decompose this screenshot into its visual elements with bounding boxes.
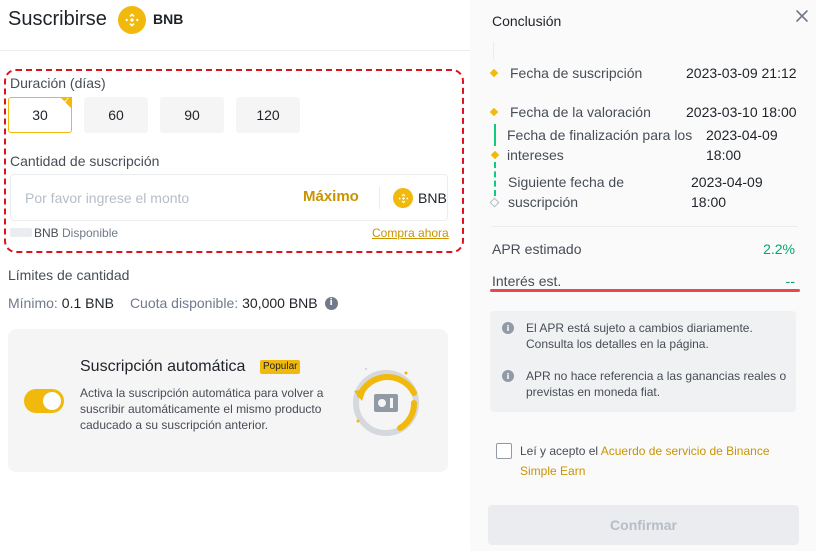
highlight-underline xyxy=(490,289,800,292)
bnb-coin-icon xyxy=(393,188,413,208)
quota-value: 30,000 BNB xyxy=(242,295,318,311)
header-divider xyxy=(0,50,470,51)
timeline-pending-line xyxy=(494,162,496,196)
summary-panel: Conclusión Fecha de suscripción 2023-03-… xyxy=(470,0,816,551)
duration-label: Duración (días) xyxy=(10,75,106,91)
bnb-coin-icon xyxy=(118,6,146,34)
auto-subscribe-toggle[interactable] xyxy=(24,389,64,413)
apr-label: APR estimado xyxy=(492,241,582,257)
amount-input[interactable] xyxy=(25,187,285,209)
duration-option-120[interactable]: 120 xyxy=(236,97,300,133)
summary-title: Conclusión xyxy=(492,13,562,29)
agree-text: Leí y acepto el Acuerdo de servicio de B… xyxy=(520,441,796,481)
agree-prefix: Leí y acepto el xyxy=(520,444,601,458)
page-title: Suscribirse xyxy=(8,8,107,30)
close-icon[interactable] xyxy=(794,8,810,24)
summary-divider xyxy=(492,226,798,227)
note-item: i El APR está sujeto a cambios diariamen… xyxy=(502,320,792,352)
toggle-knob xyxy=(43,392,61,410)
auto-subscribe-title: Suscripción automática xyxy=(80,358,246,375)
auto-renew-illustration-icon xyxy=(353,367,419,436)
duration-option-30[interactable]: 30 ✓ xyxy=(8,96,72,133)
timeline-label: Fecha de finalización para los intereses xyxy=(507,127,693,163)
duration-option-60[interactable]: 60 xyxy=(84,97,148,133)
check-icon: ✓ xyxy=(63,96,70,105)
timeline-label: Siguiente fecha de suscripción xyxy=(508,174,624,210)
available-label: Disponible xyxy=(62,226,119,240)
limits-title: Límites de cantidad xyxy=(8,267,130,283)
auto-subscribe-description: Activa la suscripción automática para vo… xyxy=(80,386,324,432)
available-balance-masked xyxy=(10,228,32,237)
timeline-value: 2023-04-09 18:00 xyxy=(706,127,778,163)
duration-option-90[interactable]: 90 xyxy=(160,97,224,133)
duration-option-label: 120 xyxy=(256,107,280,123)
timeline-label: Fecha de suscripción xyxy=(510,65,643,81)
info-icon: i xyxy=(502,370,514,382)
amount-field: Máximo BNB xyxy=(10,174,448,221)
amount-coin: BNB xyxy=(418,190,447,206)
min-value: 0.1 BNB xyxy=(61,295,114,311)
available-coin: BNB xyxy=(34,226,59,240)
coin-name: BNB xyxy=(153,11,184,27)
timeline-value: 2023-03-09 21:12 xyxy=(686,65,797,81)
buy-now-link[interactable]: Compra ahora xyxy=(372,226,449,240)
timeline-value: 2023-03-10 18:00 xyxy=(686,104,797,120)
quota-label: Cuota disponible: xyxy=(129,295,239,311)
timeline-marker xyxy=(489,68,499,78)
subscribe-panel: Suscribirse BNB Duración (días) 30 ✓ 60 … xyxy=(0,0,470,551)
max-button[interactable]: Máximo xyxy=(303,188,359,205)
timeline-line xyxy=(493,42,494,60)
info-icon[interactable]: i xyxy=(324,296,338,310)
apr-value: 2.2% xyxy=(763,241,795,257)
interest-value: -- xyxy=(785,273,795,289)
note-item: i APR no hace referencia a las ganancias… xyxy=(502,368,792,400)
duration-option-label: 60 xyxy=(108,107,124,123)
min-label: Mínimo: xyxy=(8,295,58,311)
info-icon: i xyxy=(502,322,514,334)
confirm-button[interactable]: Confirmar xyxy=(488,505,799,545)
duration-option-label: 30 xyxy=(32,107,48,123)
timeline-marker xyxy=(489,107,499,117)
duration-option-label: 90 xyxy=(184,107,200,123)
popular-badge: Popular xyxy=(260,360,301,374)
field-divider xyxy=(379,187,380,209)
limits-row: Mínimo: 0.1 BNB Cuota disponible: 30,000… xyxy=(8,295,338,311)
timeline-marker xyxy=(489,197,500,208)
auto-subscribe-card: Suscripción automática Popular Activa la… xyxy=(8,329,448,472)
agree-checkbox[interactable] xyxy=(496,443,512,459)
amount-label: Cantidad de suscripción xyxy=(10,153,160,169)
interest-label: Interés est. xyxy=(492,273,562,289)
notes-box: i El APR está sujeto a cambios diariamen… xyxy=(490,311,796,412)
timeline-label: Fecha de la valoración xyxy=(510,104,651,120)
timeline-value: 2023-04-09 18:00 xyxy=(691,174,763,210)
timeline-progress-line xyxy=(494,124,496,146)
timeline-marker xyxy=(490,150,500,160)
note-text: APR no hace referencia a las ganancias r… xyxy=(526,369,787,399)
note-text: El APR está sujeto a cambios diariamente… xyxy=(526,321,753,351)
